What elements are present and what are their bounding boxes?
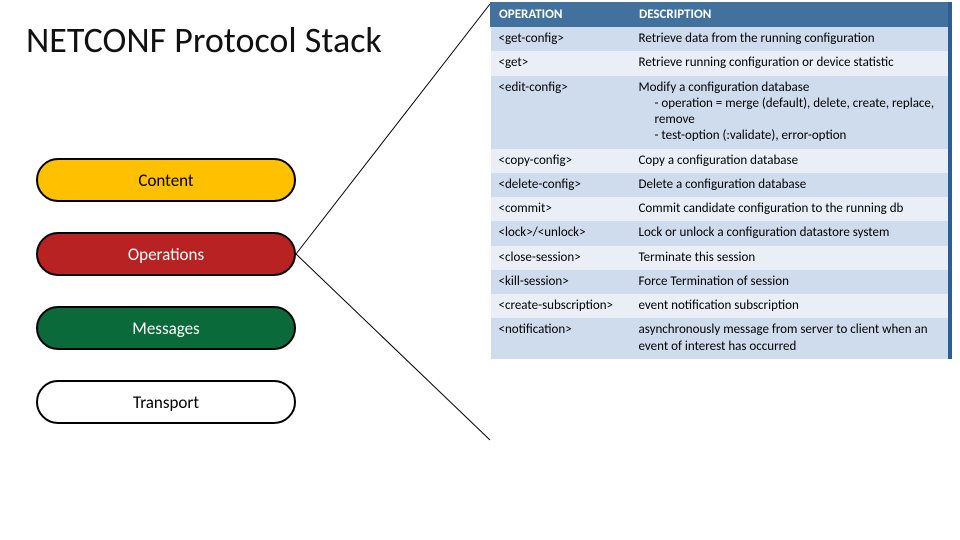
- cell-operation: <copy-config>: [491, 149, 631, 173]
- col-description: DESCRIPTION: [631, 3, 948, 27]
- cell-description: Retrieve running configuration or device…: [631, 51, 948, 75]
- layer-content: Content: [36, 158, 296, 202]
- col-operation: OPERATION: [491, 3, 631, 27]
- cell-description: Terminate this session: [631, 246, 948, 270]
- cell-description: asynchronously message from server to cl…: [631, 318, 948, 359]
- cell-description: event notification subscription: [631, 294, 948, 318]
- cell-operation: <lock>/<unlock>: [491, 221, 631, 245]
- cell-operation: <notification>: [491, 318, 631, 359]
- cell-description: Delete a configuration database: [631, 173, 948, 197]
- table-row: <commit>Commit candidate configuration t…: [491, 197, 948, 221]
- cell-description: Lock or unlock a configuration datastore…: [631, 221, 948, 245]
- cell-description: Modify a configuration database- operati…: [631, 76, 948, 149]
- cell-description: Retrieve data from the running configura…: [631, 27, 948, 52]
- cell-operation: <edit-config>: [491, 76, 631, 149]
- cell-operation: <close-session>: [491, 246, 631, 270]
- table-row: <delete-config>Delete a configuration da…: [491, 173, 948, 197]
- table-row: <lock>/<unlock>Lock or unlock a configur…: [491, 221, 948, 245]
- cell-operation: <commit>: [491, 197, 631, 221]
- cell-description: Commit candidate configuration to the ru…: [631, 197, 948, 221]
- cell-operation: <get>: [491, 51, 631, 75]
- cell-operation: <delete-config>: [491, 173, 631, 197]
- table-row: <get-config>Retrieve data from the runni…: [491, 27, 948, 52]
- table-row: <create-subscription>event notification …: [491, 294, 948, 318]
- cell-operation: <get-config>: [491, 27, 631, 52]
- cell-description: Copy a configuration database: [631, 149, 948, 173]
- protocol-stack: Content Operations Messages Transport: [36, 158, 296, 424]
- table-row: <edit-config>Modify a configuration data…: [491, 76, 948, 149]
- layer-transport: Transport: [36, 380, 296, 424]
- layer-messages: Messages: [36, 306, 296, 350]
- table-row: <get>Retrieve running configuration or d…: [491, 51, 948, 75]
- operations-table: OPERATION DESCRIPTION <get-config>Retrie…: [490, 2, 952, 359]
- layer-operations: Operations: [36, 232, 296, 276]
- table-row: <copy-config>Copy a configuration databa…: [491, 149, 948, 173]
- table-row: <kill-session>Force Termination of sessi…: [491, 270, 948, 294]
- cell-description: Force Termination of session: [631, 270, 948, 294]
- cell-operation: <kill-session>: [491, 270, 631, 294]
- table-row: <close-session>Terminate this session: [491, 246, 948, 270]
- cell-operation: <create-subscription>: [491, 294, 631, 318]
- table-row: <notification>asynchronously message fro…: [491, 318, 948, 359]
- page-title: NETCONF Protocol Stack: [26, 18, 382, 62]
